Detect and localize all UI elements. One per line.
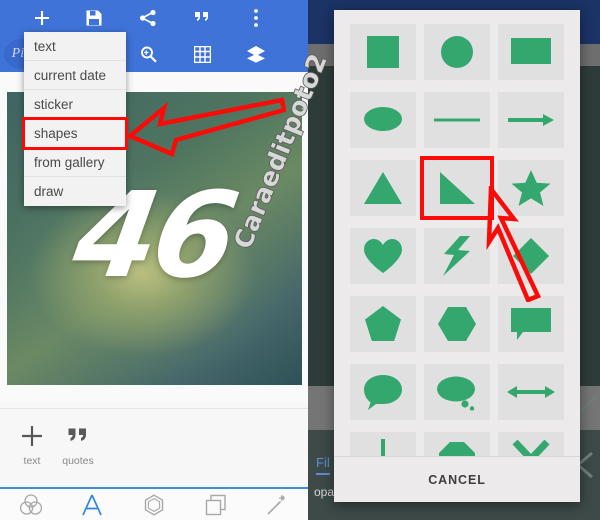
double-arrow-shape[interactable] (498, 364, 564, 420)
octagon-shape[interactable] (424, 432, 490, 456)
triangle-shape[interactable] (350, 160, 416, 216)
ellipse-shape[interactable] (350, 92, 416, 148)
menu-item-from-gallery[interactable]: from gallery (24, 148, 126, 177)
thought-bubble-shape[interactable] (424, 364, 490, 420)
add-icon[interactable] (20, 0, 64, 36)
circle-shape[interactable] (424, 24, 490, 80)
effects-tab[interactable] (246, 488, 308, 520)
quotes-icon[interactable] (180, 0, 224, 36)
shapes-picker-dialog: CANCEL (334, 10, 580, 502)
tool-quotes-label: quotes (62, 455, 94, 467)
text-tool-strip: text quotes (0, 408, 308, 486)
menu-item-text[interactable]: text (24, 32, 126, 61)
star-shape[interactable] (498, 160, 564, 216)
tool-text-label: text (23, 455, 41, 467)
pentagon-shape[interactable] (350, 296, 416, 352)
lightning-bolt-shape[interactable] (424, 228, 490, 284)
add-dropdown-menu: text current date sticker shapes from ga… (22, 32, 128, 206)
layers-icon[interactable] (234, 36, 278, 72)
cancel-button[interactable]: CANCEL (334, 457, 580, 502)
speech-bubble-shape[interactable] (350, 364, 416, 420)
square-shape[interactable] (350, 24, 416, 80)
shapes-grid (350, 24, 564, 456)
text-tab[interactable] (62, 488, 124, 520)
shapes-scroll-area[interactable] (334, 10, 580, 456)
arrow-right-shape[interactable] (498, 92, 564, 148)
save-icon[interactable] (72, 0, 116, 36)
quote-icon (66, 419, 90, 453)
share-icon[interactable] (126, 0, 170, 36)
filters-tab[interactable] (0, 488, 62, 520)
line-shape[interactable] (424, 92, 490, 148)
right-triangle-shape[interactable] (420, 156, 494, 220)
arrow-down-shape[interactable] (350, 432, 416, 456)
tool-quotes[interactable]: quotes (50, 419, 106, 477)
menu-item-draw[interactable]: draw (24, 177, 126, 206)
overflow-menu-icon[interactable] (234, 0, 278, 36)
menu-item-sticker[interactable]: sticker (24, 90, 126, 119)
heart-shape[interactable] (350, 228, 416, 284)
editor-panel: Pix 46 text quotes text current date sti… (0, 0, 308, 520)
opacity-label: opa (314, 485, 335, 499)
speech-box-shape[interactable] (498, 296, 564, 352)
screenshot-root: Pix 46 text quotes text current date sti… (0, 0, 600, 520)
filters-label[interactable]: Fil (316, 455, 330, 475)
bottom-navigation (0, 487, 308, 520)
menu-item-shapes[interactable]: shapes (22, 117, 128, 150)
plus-icon (19, 419, 45, 453)
shapes-tab[interactable] (123, 488, 185, 520)
layers-tab[interactable] (185, 488, 247, 520)
diamond-shape[interactable] (498, 228, 564, 284)
rectangle-shape[interactable] (498, 24, 564, 80)
menu-item-current-date[interactable]: current date (24, 61, 126, 90)
zoom-icon[interactable] (126, 36, 170, 72)
grid-icon[interactable] (180, 36, 224, 72)
hexagon-shape[interactable] (424, 296, 490, 352)
cross-shape[interactable] (498, 432, 564, 456)
